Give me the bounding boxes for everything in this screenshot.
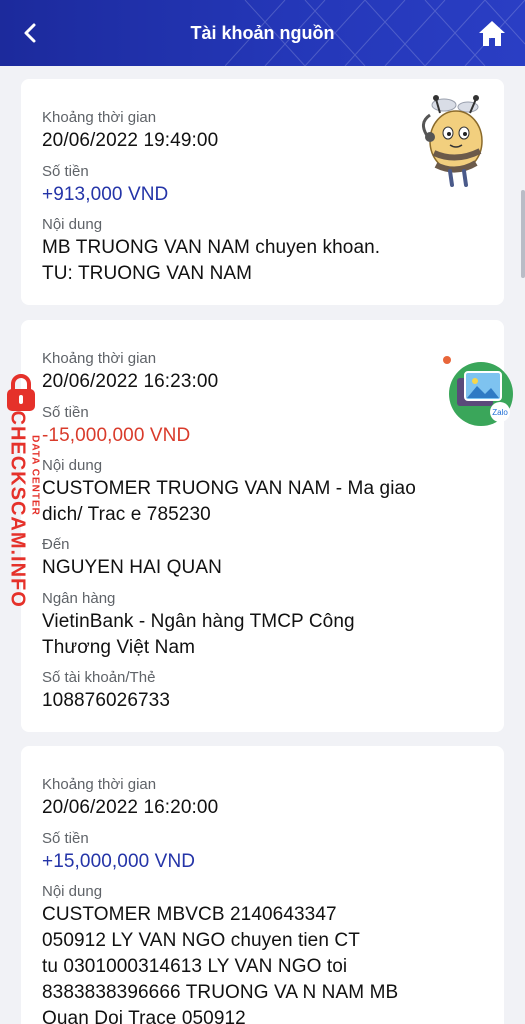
content-line: CUSTOMER TRUONG VAN NAM - Ma giao	[42, 478, 416, 499]
amount-value: +913,000 VND	[42, 184, 169, 205]
app-header: Tài khoản nguồn	[0, 0, 525, 66]
content-line: MB TRUONG VAN NAM chuyen khoan.	[42, 237, 381, 258]
watermark-main: CHECKSCAM.INFO	[6, 410, 29, 608]
account-label: Số tài khoản/Thẻ	[42, 669, 156, 686]
bank-line: Thương Việt Nam	[42, 637, 196, 658]
content-field: Nội dung CUSTOMER TRUONG VAN NAM - Ma gi…	[42, 457, 482, 527]
content-label: Nội dung	[42, 883, 103, 900]
amount-label: Số tiền	[42, 830, 89, 847]
back-button[interactable]	[14, 17, 46, 49]
content-field: Nội dung CUSTOMER MBVCB 2140643347 05091…	[42, 883, 482, 1024]
transaction-card[interactable]: Khoảng thời gian 20/06/2022 16:20:00 Số …	[21, 746, 504, 1024]
zalo-label: Zalo	[492, 408, 508, 417]
recipient-field: Đến NGUYEN HAI QUAN	[42, 536, 482, 580]
watermark-sub: DATA CENTER	[29, 435, 41, 516]
chevron-left-icon	[24, 23, 36, 43]
lock-icon	[7, 374, 35, 411]
content-line: Quan Doi Trace 050912	[42, 1008, 246, 1024]
recipient-value: NGUYEN HAI QUAN	[42, 557, 222, 578]
watermark: DATA CENTER CHECKSCAM.INFO	[0, 372, 60, 632]
content-line: CUSTOMER MBVCB 2140643347	[42, 904, 337, 925]
scrollbar[interactable]	[521, 190, 525, 278]
amount-field: Số tiền +913,000 VND	[42, 163, 482, 207]
amount-label: Số tiền	[42, 163, 89, 180]
transaction-card[interactable]: Zalo Khoảng thời gian 20/06/2022 16:23:0…	[21, 320, 513, 732]
bank-line: VietinBank - Ngân hàng TMCP Công	[42, 611, 355, 632]
amount-field: Số tiền -15,000,000 VND	[42, 404, 482, 448]
time-value: 20/06/2022 16:20:00	[42, 797, 219, 818]
account-field: Số tài khoản/Thẻ 108876026733	[42, 669, 482, 713]
time-label: Khoảng thời gian	[42, 776, 157, 793]
amount-field: Số tiền +15,000,000 VND	[42, 830, 482, 874]
bank-field: Ngân hàng VietinBank - Ngân hàng TMCP Cô…	[42, 590, 482, 660]
home-icon	[479, 21, 505, 46]
time-field: Khoảng thời gian 20/06/2022 16:20:00	[42, 776, 482, 820]
time-label: Khoảng thời gian	[42, 350, 157, 367]
bank-label: Ngân hàng	[42, 590, 116, 607]
content-line: 050912 LY VAN NGO chuyen tien CT	[42, 930, 360, 951]
time-label: Khoảng thời gian	[42, 109, 157, 126]
amount-value: -15,000,000 VND	[42, 425, 191, 446]
time-value: 20/06/2022 16:23:00	[42, 371, 219, 392]
time-field: Khoảng thời gian 20/06/2022 19:49:00	[42, 109, 482, 153]
account-value: 108876026733	[42, 690, 171, 711]
content-line: tu 0301000314613 LY VAN NGO toi	[42, 956, 348, 977]
content-label: Nội dung	[42, 216, 103, 233]
transaction-card[interactable]: Khoảng thời gian 20/06/2022 19:49:00 Số …	[21, 79, 504, 305]
content-line: dich/ Trac e 785230	[42, 504, 211, 525]
amount-value: +15,000,000 VND	[42, 851, 196, 872]
page-title: Tài khoản nguồn	[190, 22, 335, 43]
content-line: 8383838396666 TRUONG VA N NAM MB	[42, 982, 399, 1003]
time-field: Khoảng thời gian 20/06/2022 16:23:00	[42, 350, 482, 394]
recipient-label: Đến	[42, 536, 70, 553]
home-button[interactable]	[475, 17, 509, 49]
amount-label: Số tiền	[42, 404, 89, 421]
content-line: TU: TRUONG VAN NAM	[42, 263, 253, 284]
time-value: 20/06/2022 19:49:00	[42, 130, 219, 151]
content-field: Nội dung MB TRUONG VAN NAM chuyen khoan.…	[42, 216, 482, 286]
content-label: Nội dung	[42, 457, 103, 474]
